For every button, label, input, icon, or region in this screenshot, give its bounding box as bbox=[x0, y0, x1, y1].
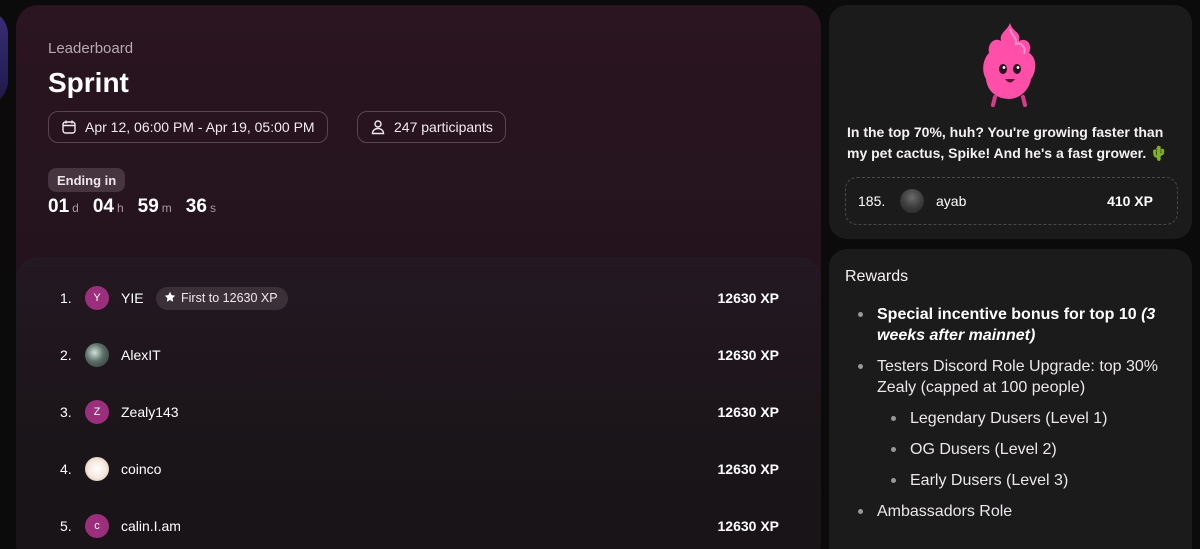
first-to-xp-badge: First to 12630 XP bbox=[156, 286, 288, 310]
username[interactable]: YIE bbox=[121, 290, 144, 306]
mascot-quote: In the top 70%, huh? You're growing fast… bbox=[847, 124, 1168, 161]
row-xp: 12630 XP bbox=[717, 518, 780, 534]
leaderboard-row[interactable]: 1. Y YIE First to 12630 XP 12630 XP bbox=[16, 278, 821, 318]
my-position-card: In the top 70%, huh? You're growing fast… bbox=[829, 5, 1192, 239]
row-rank: 3. bbox=[60, 404, 72, 420]
my-username[interactable]: ayab bbox=[936, 193, 966, 209]
row-xp: 12630 XP bbox=[717, 404, 780, 420]
countdown-hours-unit: h bbox=[116, 201, 124, 215]
leaderboard-list: 1. Y YIE First to 12630 XP 12630 XP 2. A… bbox=[16, 257, 821, 549]
my-xp: 410 XP bbox=[1107, 193, 1153, 209]
rewards-list: Special incentive bonus for top 10 (3 we… bbox=[845, 304, 1185, 532]
countdown-seconds-unit: s bbox=[209, 201, 216, 215]
section-label: Leaderboard bbox=[48, 40, 134, 57]
row-rank: 1. bbox=[60, 290, 72, 306]
pink-flame-mascot-icon bbox=[977, 19, 1043, 109]
avatar bbox=[85, 457, 109, 481]
star-icon bbox=[164, 291, 176, 306]
username[interactable]: calin.I.am bbox=[121, 518, 181, 534]
leaderboard-row[interactable]: 5. c calin.I.am 12630 XP bbox=[16, 506, 821, 546]
reward-sub-item: OG Dusers (Level 2) bbox=[845, 439, 1185, 460]
left-nav-edge bbox=[0, 10, 8, 105]
ending-in-badge: Ending in bbox=[48, 168, 126, 192]
countdown-minutes: 59 bbox=[137, 196, 159, 217]
date-range-text: Apr 12, 06:00 PM - Apr 19, 05:00 PM bbox=[85, 119, 315, 135]
countdown-days: 01 bbox=[48, 196, 70, 217]
badge-label: First to 12630 XP bbox=[181, 291, 278, 305]
user-icon bbox=[370, 119, 386, 135]
row-rank: 4. bbox=[60, 461, 72, 477]
my-rank: 185. bbox=[858, 193, 886, 209]
avatar: Z bbox=[85, 400, 109, 424]
leaderboard-row[interactable]: 2. AlexIT 12630 XP bbox=[16, 335, 821, 375]
calendar-icon bbox=[61, 119, 77, 135]
page-title: Sprint bbox=[48, 67, 129, 98]
rewards-card: Rewards Special incentive bonus for top … bbox=[829, 249, 1192, 549]
rewards-title: Rewards bbox=[845, 268, 909, 285]
page: Leaderboard Sprint Apr 12, 06:00 PM - Ap… bbox=[0, 0, 1200, 549]
avatar: Y bbox=[85, 286, 109, 310]
reward-sub-item: Early Dusers (Level 3) bbox=[845, 470, 1185, 491]
leaderboard-row[interactable]: 4. coinco 12630 XP bbox=[16, 449, 821, 489]
avatar bbox=[85, 343, 109, 367]
row-xp: 12630 XP bbox=[717, 290, 780, 306]
reward-item: Special incentive bonus for top 10 (3 we… bbox=[845, 304, 1185, 346]
reward-item: Ambassadors Role bbox=[845, 501, 1185, 522]
avatar bbox=[900, 189, 924, 213]
countdown-timer: 01 d 04 h 59 m 36 s bbox=[48, 196, 216, 218]
username[interactable]: AlexIT bbox=[121, 347, 161, 363]
countdown-hours: 04 bbox=[92, 196, 114, 217]
my-rank-row[interactable]: 185. ayab 410 XP bbox=[845, 177, 1178, 225]
row-xp: 12630 XP bbox=[717, 347, 780, 363]
reward-item-bold: Special incentive bonus for top 10 bbox=[877, 306, 1142, 323]
row-rank: 2. bbox=[60, 347, 72, 363]
row-rank: 5. bbox=[60, 518, 72, 534]
countdown-seconds: 36 bbox=[185, 196, 207, 217]
username[interactable]: Zealy143 bbox=[121, 404, 179, 420]
row-xp: 12630 XP bbox=[717, 461, 780, 477]
date-range-pill: Apr 12, 06:00 PM - Apr 19, 05:00 PM bbox=[48, 111, 328, 143]
countdown-minutes-unit: m bbox=[161, 201, 172, 215]
participants-pill[interactable]: 247 participants bbox=[357, 111, 506, 143]
username[interactable]: coinco bbox=[121, 461, 161, 477]
participants-text: 247 participants bbox=[394, 119, 493, 135]
leaderboard-card: Leaderboard Sprint Apr 12, 06:00 PM - Ap… bbox=[16, 5, 821, 549]
leaderboard-row[interactable]: 3. Z Zealy143 12630 XP bbox=[16, 392, 821, 432]
reward-item: Testers Discord Role Upgrade: top 30% Ze… bbox=[845, 356, 1185, 398]
avatar: c bbox=[85, 514, 109, 538]
reward-sub-item: Legendary Dusers (Level 1) bbox=[845, 408, 1185, 429]
countdown-days-unit: d bbox=[72, 201, 79, 215]
